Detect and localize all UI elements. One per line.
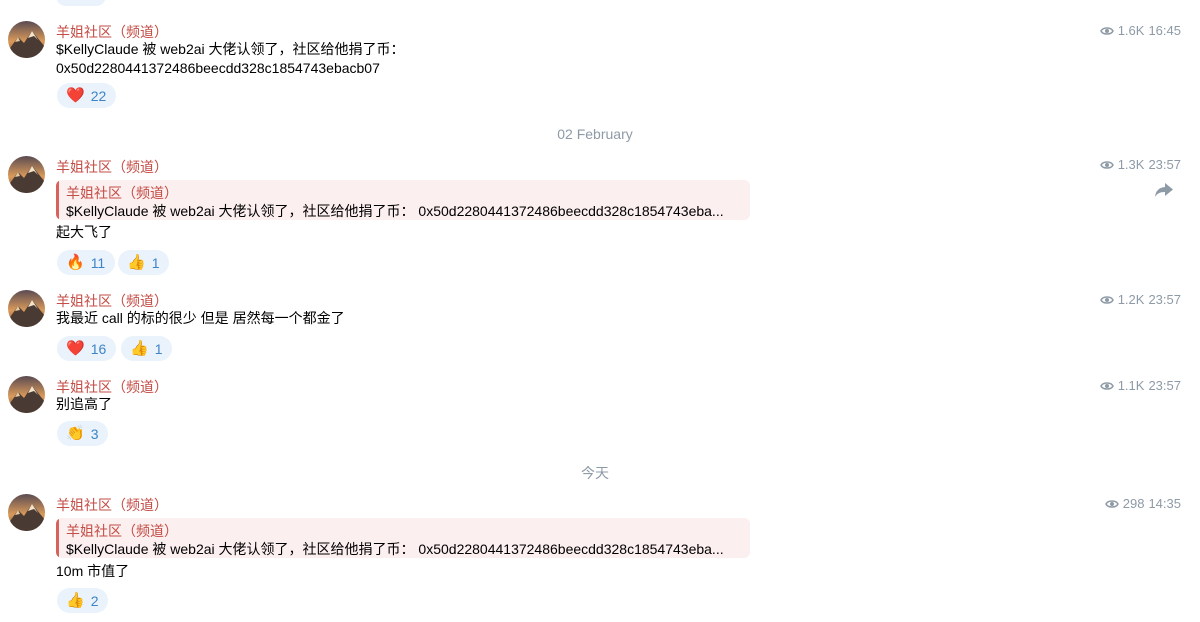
sender-name[interactable]: 羊姐社区（频道） (56, 377, 168, 397)
reaction-count: 22 (90, 87, 107, 104)
message-meta: 1.3K 23:57 (1099, 157, 1181, 172)
reply-accent-bar (56, 518, 59, 558)
eye-icon (1099, 26, 1114, 35)
reaction-thumbs-up[interactable]: 👍 1 (118, 250, 170, 275)
date-separator: 02 February (557, 126, 633, 142)
view-count: 1.6K (1117, 23, 1145, 38)
reaction-fire[interactable]: 🔥 11 (57, 250, 116, 275)
message-time: 23:57 (1148, 292, 1181, 307)
clap-emoji: 👏 (66, 424, 85, 442)
reaction-heart[interactable]: ❤️ 16 (57, 336, 117, 361)
message-meta: 1.1K 23:57 (1099, 378, 1181, 393)
view-count: 298 (1122, 496, 1145, 511)
reaction-count: 1 (154, 340, 163, 357)
reply-text: $KellyClaude 被 web2ai 大佬认领了，社区给他捐了币： 0x5… (66, 203, 724, 219)
message-time: 14:35 (1148, 496, 1181, 511)
reply-text: $KellyClaude 被 web2ai 大佬认领了，社区给他捐了币： 0x5… (66, 541, 724, 557)
message-line: $KellyClaude 被 web2ai 大佬认领了，社区给他捐了币： (56, 41, 405, 57)
view-count: 1.1K (1117, 378, 1145, 393)
message-meta: 298 14:35 (1104, 496, 1181, 511)
sender-name[interactable]: 羊姐社区（频道） (56, 22, 168, 42)
reaction-clap[interactable]: 👏 3 (57, 421, 109, 446)
eye-icon (1099, 160, 1114, 169)
sender-name[interactable]: 羊姐社区（频道） (56, 291, 168, 311)
message-text: 10m 市值了 (56, 563, 130, 579)
reply-sender: 羊姐社区（频道） (66, 523, 178, 539)
thumbs-up-emoji: 👍 (127, 253, 146, 271)
eye-icon (1099, 381, 1114, 390)
message-line: 0x50d2280441372486beecdd328c1854743ebacb… (56, 60, 380, 76)
eye-icon (1104, 499, 1119, 508)
reply-quote[interactable]: 羊姐社区（频道） $KellyClaude 被 web2ai 大佬认领了，社区给… (56, 180, 750, 220)
reaction-count: 1 (151, 254, 160, 271)
sender-name[interactable]: 羊姐社区（频道） (56, 157, 168, 177)
message-time: 23:57 (1148, 157, 1181, 172)
thumbs-up-emoji: 👍 (130, 339, 149, 357)
message-time: 23:57 (1148, 378, 1181, 393)
reaction-count: 11 (90, 254, 106, 271)
date-separator: 今天 (581, 465, 609, 481)
reaction-thumbs-up[interactable]: 👍 1 (121, 336, 173, 361)
channel-avatar[interactable] (8, 290, 45, 327)
message-time: 16:45 (1148, 23, 1181, 38)
message-text: 我最近 call 的标的很少 但是 居然每一个都金了 (56, 310, 345, 326)
fire-emoji: 🔥 (66, 253, 85, 271)
share-arrow-icon[interactable] (1154, 182, 1174, 198)
reaction-count: 16 (90, 340, 107, 357)
channel-avatar[interactable] (8, 21, 45, 58)
sender-name[interactable]: 羊姐社区（频道） (56, 495, 168, 515)
thumbs-up-emoji: 👍 (66, 591, 85, 609)
previous-reaction-pill[interactable] (56, 0, 106, 6)
view-count: 1.3K (1117, 157, 1145, 172)
reaction-count: 3 (90, 425, 99, 442)
message-text: 起大飞了 (56, 224, 112, 240)
reply-quote[interactable]: 羊姐社区（频道） $KellyClaude 被 web2ai 大佬认领了，社区给… (56, 518, 750, 558)
reply-sender: 羊姐社区（频道） (66, 185, 178, 201)
channel-avatar[interactable] (8, 156, 45, 193)
message-meta: 1.2K 23:57 (1099, 292, 1181, 307)
heart-emoji: ❤️ (66, 86, 85, 104)
reply-accent-bar (56, 180, 59, 220)
channel-avatar[interactable] (8, 376, 45, 413)
message-text: 别追高了 (56, 396, 112, 412)
channel-avatar[interactable] (8, 494, 45, 531)
message-meta: 1.6K 16:45 (1099, 23, 1181, 38)
reaction-heart[interactable]: ❤️ 22 (57, 83, 117, 108)
heart-emoji: ❤️ (66, 339, 85, 357)
message-text: $KellyClaude 被 web2ai 大佬认领了，社区给他捐了币： 0x5… (56, 40, 405, 78)
eye-icon (1099, 295, 1114, 304)
view-count: 1.2K (1117, 292, 1145, 307)
reaction-thumbs-up[interactable]: 👍 2 (57, 588, 109, 613)
reaction-count: 2 (90, 592, 99, 609)
